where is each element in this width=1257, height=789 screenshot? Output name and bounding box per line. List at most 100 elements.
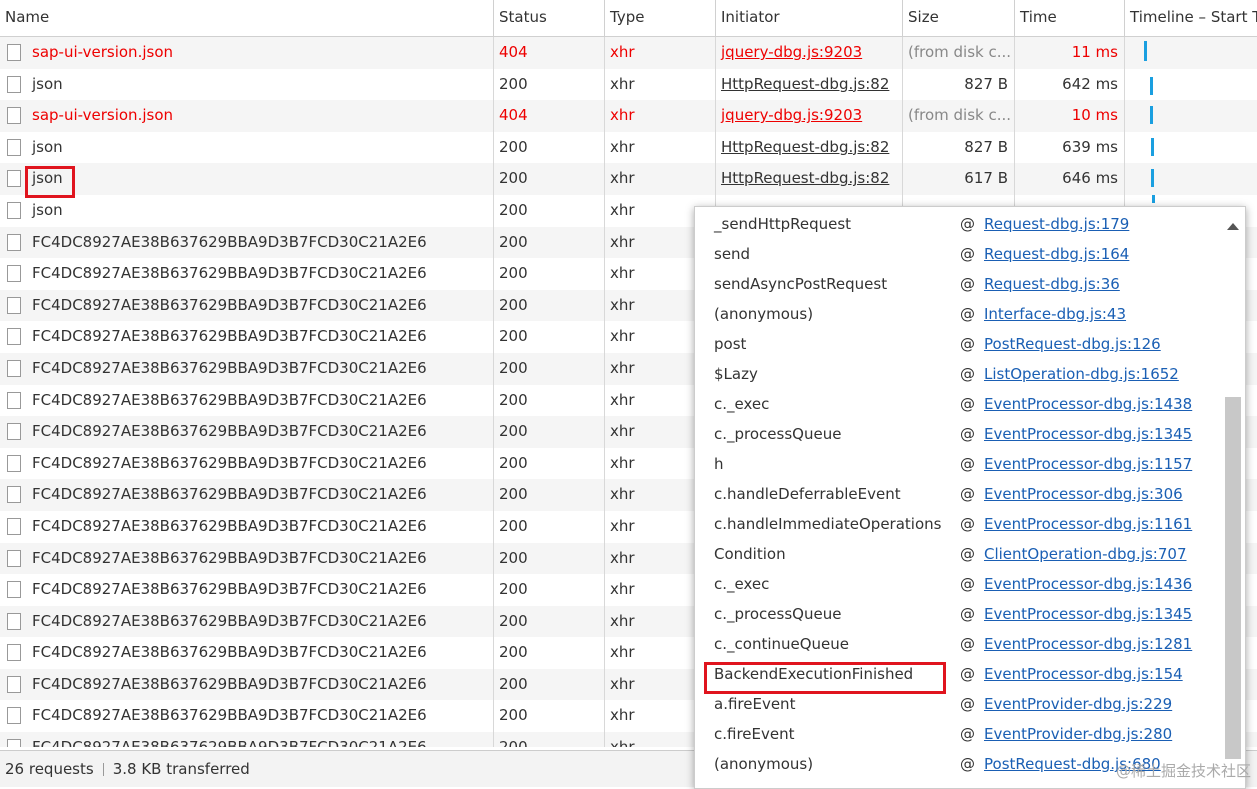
popup-scrollbar[interactable] (1217, 207, 1245, 788)
request-name-cell[interactable]: sap-ui-version.json (0, 37, 494, 69)
status-cell: 200 (494, 668, 605, 701)
call-stack-frame: c._exec @ EventProcessor-dbg.js:1436 (695, 569, 1215, 599)
type-cell: xhr (605, 100, 716, 132)
initiator-link[interactable]: HttpRequest-dbg.js:82 (721, 75, 889, 93)
stack-source-link[interactable]: EventProcessor-dbg.js:306 (984, 479, 1183, 509)
request-name-cell[interactable]: FC4DC8927AE38B637629BBA9D3B7FCD30C21A2E6 (0, 700, 494, 733)
request-name-cell[interactable]: FC4DC8927AE38B637629BBA9D3B7FCD30C21A2E6 (0, 226, 494, 259)
table-row[interactable]: json 200 xhr HttpRequest-dbg.js:82 827 B 642 … (0, 68, 1257, 101)
request-name-cell[interactable]: FC4DC8927AE38B637629BBA9D3B7FCD30C21A2E6 (0, 574, 494, 606)
request-name-cell[interactable]: FC4DC8927AE38B637629BBA9D3B7FCD30C21A2E6 (0, 479, 494, 511)
request-name-cell[interactable]: FC4DC8927AE38B637629BBA9D3B7FCD30C21A2E6 (0, 510, 494, 543)
at-symbol: @ (960, 365, 975, 383)
request-name: json (32, 137, 63, 156)
request-name-cell[interactable]: FC4DC8927AE38B637629BBA9D3B7FCD30C21A2E6 (0, 447, 494, 480)
table-row[interactable]: json 200 xhr HttpRequest-dbg.js:82 617 B 646 … (0, 163, 1257, 195)
request-name-cell[interactable]: FC4DC8927AE38B637629BBA9D3B7FCD30C21A2E6 (0, 321, 494, 353)
column-header-size[interactable]: Size (903, 0, 1015, 36)
file-icon (7, 612, 21, 630)
scrollbar-thumb[interactable] (1225, 397, 1241, 759)
request-name-cell[interactable]: FC4DC8927AE38B637629BBA9D3B7FCD30C21A2E6 (0, 637, 494, 669)
column-header-name[interactable]: Name (0, 0, 494, 36)
request-name: FC4DC8927AE38B637629BBA9D3B7FCD30C21A2E6 (32, 580, 427, 599)
column-header-timeline[interactable]: Timeline – Start Ti (1125, 0, 1257, 36)
request-name-cell[interactable]: json (0, 131, 494, 164)
request-name-cell[interactable]: sap-ui-version.json (0, 100, 494, 132)
initiator-link[interactable]: jquery-dbg.js:9203 (721, 43, 862, 61)
request-name-cell[interactable]: json (0, 68, 494, 101)
initiator-link[interactable]: HttpRequest-dbg.js:82 (721, 169, 889, 187)
call-stack-frame: c._continueQueue @ EventProcessor-dbg.js:1… (695, 629, 1215, 659)
initiator-cell[interactable]: jquery-dbg.js:9203 (716, 37, 903, 69)
size-cell: (from disk c... (903, 100, 1015, 132)
at-symbol: @ (960, 245, 975, 263)
type-cell: xhr (605, 163, 716, 195)
stack-source-link[interactable]: ClientOperation-dbg.js:707 (984, 539, 1187, 569)
stack-source-link[interactable]: EventProcessor-dbg.js:1438 (984, 389, 1192, 419)
at-symbol: @ (960, 605, 975, 623)
request-name-cell[interactable]: FC4DC8927AE38B637629BBA9D3B7FCD30C21A2E6 (0, 258, 494, 290)
column-header-type[interactable]: Type (605, 0, 716, 36)
request-name-cell[interactable]: FC4DC8927AE38B637629BBA9D3B7FCD30C21A2E6 (0, 668, 494, 701)
stack-source-link[interactable]: Request-dbg.js:179 (984, 209, 1129, 239)
stack-function-name: Condition (714, 545, 786, 563)
file-icon (7, 233, 21, 251)
initiator-cell[interactable]: jquery-dbg.js:9203 (716, 100, 903, 132)
column-header-initiator[interactable]: Initiator (716, 0, 903, 36)
table-row[interactable]: sap-ui-version.json 404 xhr jquery-dbg.js:9… (0, 37, 1257, 69)
initiator-link[interactable]: HttpRequest-dbg.js:82 (721, 138, 889, 156)
stack-source-link[interactable]: EventProcessor-dbg.js:1161 (984, 509, 1192, 539)
stack-source-link[interactable]: EventProcessor-dbg.js:1436 (984, 569, 1192, 599)
stack-source-link[interactable]: EventProvider-dbg.js:229 (984, 689, 1172, 719)
scroll-up-icon[interactable] (1227, 223, 1239, 230)
stack-source-link[interactable]: EventProcessor-dbg.js:1345 (984, 419, 1192, 449)
column-header-time[interactable]: Time (1015, 0, 1125, 36)
initiator-cell[interactable]: HttpRequest-dbg.js:82 (716, 68, 903, 101)
stack-source-link[interactable]: EventProcessor-dbg.js:1345 (984, 599, 1192, 629)
stack-function-name: c._exec (714, 575, 770, 593)
stack-source-link[interactable]: EventProcessor-dbg.js:1281 (984, 629, 1192, 659)
column-header-status[interactable]: Status (494, 0, 605, 36)
stack-function-name: c.handleImmediateOperations (714, 515, 942, 533)
request-name-cell[interactable]: FC4DC8927AE38B637629BBA9D3B7FCD30C21A2E6 (0, 384, 494, 417)
status-cell: 200 (494, 226, 605, 259)
request-name-cell[interactable]: json (0, 194, 494, 227)
at-symbol: @ (960, 515, 975, 533)
stack-source-link[interactable]: ListOperation-dbg.js:1652 (984, 359, 1179, 389)
call-stack-frame: h @ EventProcessor-dbg.js:1157 (695, 449, 1215, 479)
stack-source-link[interactable]: Interface-dbg.js:43 (984, 299, 1126, 329)
stack-function-name: c._processQueue (714, 605, 842, 623)
stack-source-link[interactable]: EventProvider-dbg.js:280 (984, 719, 1172, 749)
file-icon (7, 454, 21, 472)
file-icon (7, 170, 21, 188)
status-cell: 200 (494, 289, 605, 322)
request-name: FC4DC8927AE38B637629BBA9D3B7FCD30C21A2E6 (32, 738, 427, 747)
stack-source-link[interactable]: PostRequest-dbg.js:126 (984, 329, 1161, 359)
status-cell: 200 (494, 258, 605, 290)
request-name-cell[interactable]: FC4DC8927AE38B637629BBA9D3B7FCD30C21A2E6 (0, 732, 494, 747)
stack-source-link[interactable]: Request-dbg.js:36 (984, 269, 1120, 299)
stack-source-link[interactable]: EventProcessor-dbg.js:1157 (984, 449, 1192, 479)
stack-function-name: sendAsyncPostRequest (714, 275, 888, 293)
request-name: FC4DC8927AE38B637629BBA9D3B7FCD30C21A2E6 (32, 390, 427, 409)
stack-function-name: $Lazy (714, 365, 758, 383)
request-name: FC4DC8927AE38B637629BBA9D3B7FCD30C21A2E6 (32, 358, 427, 377)
request-name-cell[interactable]: FC4DC8927AE38B637629BBA9D3B7FCD30C21A2E6 (0, 542, 494, 575)
initiator-cell[interactable]: HttpRequest-dbg.js:82 (716, 131, 903, 164)
stack-source-link[interactable]: Request-dbg.js:164 (984, 239, 1129, 269)
request-name: FC4DC8927AE38B637629BBA9D3B7FCD30C21A2E6 (32, 674, 427, 693)
request-name-cell[interactable]: FC4DC8927AE38B637629BBA9D3B7FCD30C21A2E6 (0, 352, 494, 385)
request-name-cell[interactable]: FC4DC8927AE38B637629BBA9D3B7FCD30C21A2E6 (0, 605, 494, 638)
table-row[interactable]: sap-ui-version.json 404 xhr jquery-dbg.js:9… (0, 100, 1257, 132)
request-name-cell[interactable]: FC4DC8927AE38B637629BBA9D3B7FCD30C21A2E6 (0, 416, 494, 448)
initiator-cell[interactable]: HttpRequest-dbg.js:82 (716, 163, 903, 195)
stack-function-name: c.fireEvent (714, 725, 795, 743)
initiator-call-stack-popup[interactable]: _sendHttpRequest @ Request-dbg.js:179 send @… (694, 206, 1246, 789)
call-stack-frame: c._processQueue @ EventProcessor-dbg.js:13… (695, 599, 1215, 629)
table-row[interactable]: json 200 xhr HttpRequest-dbg.js:82 827 B 639 … (0, 131, 1257, 164)
request-name-cell[interactable]: FC4DC8927AE38B637629BBA9D3B7FCD30C21A2E6 (0, 289, 494, 322)
stack-function-name: c._processQueue (714, 425, 842, 443)
initiator-link[interactable]: jquery-dbg.js:9203 (721, 106, 862, 124)
stack-source-link[interactable]: EventProcessor-dbg.js:154 (984, 659, 1183, 689)
at-symbol: @ (960, 665, 975, 683)
